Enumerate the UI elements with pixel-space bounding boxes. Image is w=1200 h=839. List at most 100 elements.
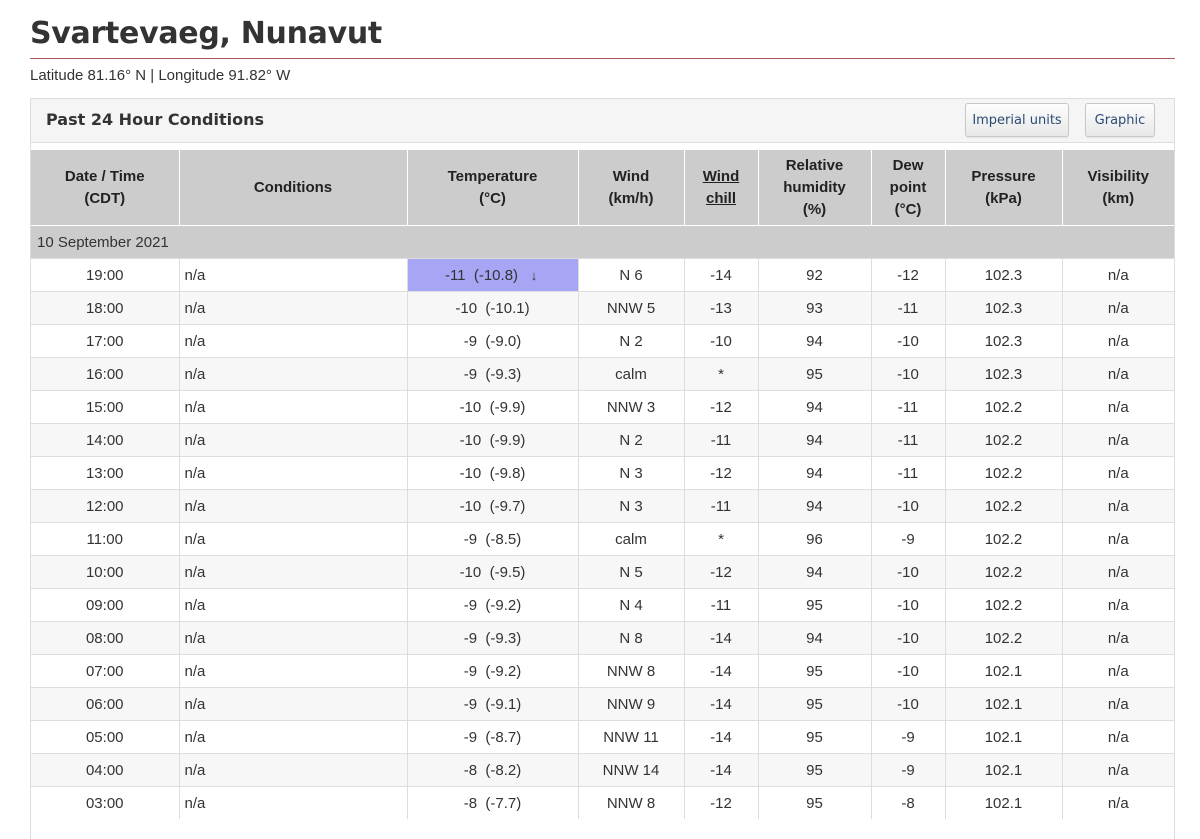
cell-conditions-text: n/a <box>184 662 206 680</box>
cell-time-text: 14:00 <box>85 431 124 449</box>
table-row: 07:00 n/a -9 (-9.2) NNW 8 -14 95 -10 102.1 n/a <box>31 654 1174 688</box>
cell-conditions-text: n/a <box>184 530 206 548</box>
cell-time: 03:00 <box>31 786 179 819</box>
cell-humidity: 95 <box>757 687 871 721</box>
cell-time: 17:00 <box>31 324 179 358</box>
cell-humidity-text: 93 <box>806 299 823 317</box>
cell-visibility: n/a <box>1061 324 1174 358</box>
cell-visibility: n/a <box>1061 588 1174 622</box>
cell-temperature: -10 (-9.7) <box>406 489 578 523</box>
cell-pressure-text: 102.1 <box>984 794 1023 812</box>
cell-wind-text: calm <box>615 365 647 383</box>
cell-visibility: n/a <box>1061 456 1174 490</box>
cell-pressure: 102.3 <box>944 324 1062 358</box>
cell-conditions: n/a <box>178 291 407 325</box>
cell-dew-point: -10 <box>870 588 945 622</box>
cell-time-text: 18:00 <box>85 299 124 317</box>
table-row: 16:00 n/a -9 (-9.3) calm * 95 -10 102.3 n/a <box>31 357 1174 391</box>
cell-time-text: 12:00 <box>85 497 124 515</box>
cell-wind-chill-text: -12 <box>710 398 732 416</box>
cell-wind-chill-text: * <box>718 365 724 383</box>
cell-wind-chill: -14 <box>683 258 758 292</box>
col-header-wind-chill-link[interactable]: Wind chill <box>683 150 758 226</box>
imperial-units-button[interactable]: Imperial units <box>965 103 1069 137</box>
cell-temperature-text: -9 (-9.2) <box>463 596 522 614</box>
cell-dew-point-text: -12 <box>897 266 919 284</box>
cell-pressure: 102.2 <box>944 555 1062 589</box>
cell-conditions: n/a <box>178 522 407 556</box>
cell-temperature-text: -9 (-8.5) <box>463 530 522 548</box>
cell-pressure: 102.1 <box>944 753 1062 787</box>
cell-pressure: 102.2 <box>944 456 1062 490</box>
cell-visibility-text: n/a <box>1107 563 1129 581</box>
cell-dew-point: -11 <box>870 291 945 325</box>
cell-visibility: n/a <box>1061 753 1174 787</box>
cell-humidity: 94 <box>757 423 871 457</box>
cell-visibility-text: n/a <box>1107 464 1129 482</box>
cell-wind-chill-text: -14 <box>710 695 732 713</box>
cell-wind-chill: -12 <box>683 786 758 819</box>
cell-wind: N 8 <box>577 621 684 655</box>
cell-dew-point: -9 <box>870 753 945 787</box>
cell-pressure: 102.2 <box>944 489 1062 523</box>
cell-conditions-text: n/a <box>184 299 206 317</box>
cell-temperature: -10 (-10.1) <box>406 291 578 325</box>
cell-visibility: n/a <box>1061 423 1174 457</box>
col-header-humidity: Relative humidity (%) <box>757 150 871 226</box>
cell-conditions: n/a <box>178 654 407 688</box>
cell-dew-point-text: -9 <box>901 728 915 746</box>
date-group-row: 10 September 2021 <box>31 225 1174 259</box>
cell-visibility: n/a <box>1061 258 1174 292</box>
cell-wind-text: NNW 8 <box>606 662 656 680</box>
cell-temperature: -8 (-7.7) <box>406 786 578 819</box>
cell-dew-point-text: -10 <box>897 365 919 383</box>
cell-visibility-text: n/a <box>1107 266 1129 284</box>
cell-temperature: -9 (-8.5) <box>406 522 578 556</box>
cell-wind-text: N 4 <box>619 596 643 614</box>
cell-dew-point-text: -10 <box>897 332 919 350</box>
cell-dew-point: -11 <box>870 456 945 490</box>
cell-pressure-text: 102.2 <box>984 398 1023 416</box>
cell-conditions: n/a <box>178 258 407 292</box>
graphic-button[interactable]: Graphic <box>1085 103 1155 137</box>
cell-visibility: n/a <box>1061 357 1174 391</box>
table-row: 14:00 n/a -10 (-9.9) N 2 -11 94 -11 102.2 n/a <box>31 423 1174 457</box>
cell-humidity: 94 <box>757 555 871 589</box>
cell-wind-chill-text: * <box>718 530 724 548</box>
cell-wind-chill: -11 <box>683 588 758 622</box>
cell-visibility: n/a <box>1061 489 1174 523</box>
cell-temperature: -9 (-9.0) <box>406 324 578 358</box>
cell-visibility: n/a <box>1061 654 1174 688</box>
cell-dew-point: -9 <box>870 720 945 754</box>
cell-temperature: -9 (-8.7) <box>406 720 578 754</box>
cell-pressure-text: 102.2 <box>984 530 1023 548</box>
cell-wind-text: NNW 11 <box>603 728 659 746</box>
cell-conditions-text: n/a <box>184 794 206 812</box>
cell-pressure-text: 102.1 <box>984 761 1023 779</box>
cell-wind-chill: -14 <box>683 621 758 655</box>
cell-visibility-text: n/a <box>1107 629 1129 647</box>
cell-conditions: n/a <box>178 720 407 754</box>
cell-wind-text: N 8 <box>619 629 643 647</box>
cell-wind: N 6 <box>577 258 684 292</box>
cell-conditions-text: n/a <box>184 629 206 647</box>
cell-visibility: n/a <box>1061 687 1174 721</box>
cell-dew-point-text: -10 <box>897 629 919 647</box>
table-row: 13:00 n/a -10 (-9.8) N 3 -12 94 -11 102.2 n/a <box>31 456 1174 490</box>
cell-dew-point-text: -10 <box>897 497 919 515</box>
cell-visibility-text: n/a <box>1107 596 1129 614</box>
cell-pressure: 102.1 <box>944 786 1062 819</box>
cell-wind-text: NNW 3 <box>606 398 656 416</box>
cell-temperature-text: -10 (-9.5) <box>459 563 526 581</box>
cell-pressure: 102.3 <box>944 357 1062 391</box>
cell-dew-point: -12 <box>870 258 945 292</box>
cell-humidity-text: 95 <box>806 365 823 383</box>
cell-visibility: n/a <box>1061 390 1174 424</box>
cell-visibility-text: n/a <box>1107 761 1129 779</box>
cell-wind-chill: -11 <box>683 423 758 457</box>
cell-humidity: 92 <box>757 258 871 292</box>
cell-pressure-text: 102.2 <box>984 563 1023 581</box>
cell-humidity-text: 95 <box>806 596 823 614</box>
panel-header: Past 24 Hour Conditions Imperial units G… <box>31 99 1174 143</box>
cell-conditions: n/a <box>178 621 407 655</box>
